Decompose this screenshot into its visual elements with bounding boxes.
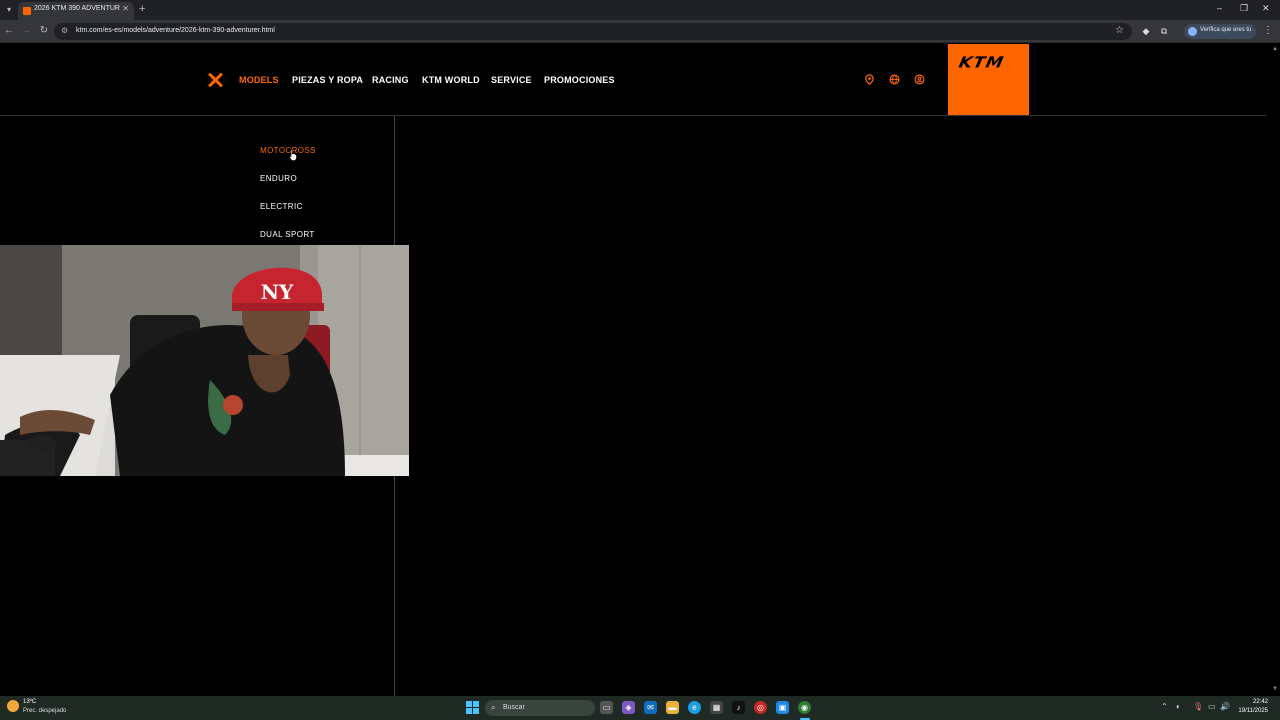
verify-label: Verifica que eres tú [1200, 27, 1252, 33]
windows-taskbar: 13ºC Prec. despejado ⌕ Buscar ▭ ◈ ✉ ▬ e … [0, 696, 1280, 720]
user-account-icon[interactable] [914, 74, 925, 85]
tab-search-icon[interactable]: ▾ [3, 4, 15, 16]
chrome-icon[interactable]: ◉ [798, 701, 811, 714]
windows-start-icon[interactable] [466, 701, 479, 714]
tab-title: 2026 KTM 390 ADVENTURE R - [34, 5, 120, 12]
weather-temperature: 13ºC [23, 699, 37, 705]
weather-icon[interactable] [7, 700, 19, 712]
bookmark-star-icon[interactable]: ☆ [1115, 25, 1124, 36]
weather-condition: Prec. despejado [23, 708, 67, 714]
site-info-icon[interactable]: ⚙ [61, 26, 68, 35]
submenu-dual-sport[interactable]: DUAL SPORT [260, 230, 315, 239]
edge-icon[interactable]: e [688, 701, 701, 714]
page-scrollbar[interactable] [1270, 44, 1280, 696]
file-explorer-icon[interactable]: ▬ [666, 701, 679, 714]
submenu-electric[interactable]: ELECTRIC [260, 202, 303, 211]
profile-verify-button[interactable]: Verifica que eres tú [1184, 24, 1256, 39]
close-window-button[interactable]: ✕ [1262, 3, 1270, 14]
taskbar-search[interactable]: ⌕ Buscar [485, 700, 595, 716]
forward-icon[interactable]: → [20, 25, 32, 36]
url-text[interactable]: ktm.com/es-es/models/adventure/2026-ktm-… [76, 27, 275, 34]
svg-text:NY: NY [261, 280, 294, 304]
scroll-up-icon[interactable]: ▲ [1272, 46, 1278, 52]
ktm-favicon-icon [23, 7, 31, 15]
tray-app-icon[interactable]: ◐ [1176, 702, 1181, 711]
nav-models[interactable]: MODELS [239, 75, 279, 85]
search-icon: ⌕ [491, 703, 496, 712]
header-divider [0, 115, 1266, 116]
browser-menu-icon[interactable]: ⋮ [1263, 25, 1273, 36]
store-icon[interactable]: ▦ [710, 701, 723, 714]
extensions-puzzle-icon[interactable]: ⧉ [1159, 26, 1169, 36]
task-view-icon[interactable]: ▭ [600, 701, 613, 714]
app-red-icon[interactable]: ◎ [754, 701, 767, 714]
nav-ktm-world[interactable]: KTM WORLD [422, 75, 480, 85]
copilot-icon[interactable]: ◈ [622, 701, 635, 714]
browser-tab-bar: ▾ 2026 KTM 390 ADVENTURE R - ✕ + – ❐ ✕ [0, 0, 1280, 20]
clock-date[interactable]: 19/11/2025 [1232, 708, 1268, 714]
profile-avatar-icon [1188, 27, 1197, 36]
search-label: Buscar [503, 704, 525, 711]
submenu-enduro[interactable]: ENDURO [260, 174, 297, 183]
network-icon[interactable]: ▭ [1208, 702, 1216, 711]
browser-tab[interactable]: 2026 KTM 390 ADVENTURE R - ✕ [18, 2, 134, 20]
address-bar[interactable]: ⚙ ktm.com/es-es/models/adventure/2026-kt… [54, 23, 1132, 40]
app-blue-icon[interactable]: ▣ [776, 701, 789, 714]
webcam-person-image: NY [0, 245, 409, 476]
location-pin-icon[interactable] [864, 74, 875, 85]
tray-overflow-icon[interactable]: ⌃ [1161, 702, 1168, 711]
hand-cursor-icon [289, 149, 297, 161]
nav-piezas-y-ropa[interactable]: PIEZAS Y ROPA [292, 75, 363, 85]
globe-icon[interactable] [889, 74, 900, 85]
new-tab-button[interactable]: + [139, 3, 145, 15]
minimize-button[interactable]: – [1217, 3, 1222, 13]
submenu-motocross[interactable]: MOTOCROSS [260, 146, 316, 155]
restore-button[interactable]: ❐ [1240, 3, 1248, 14]
clock-time[interactable]: 22:42 [1248, 699, 1268, 705]
nav-racing[interactable]: RACING [372, 75, 409, 85]
nav-promociones[interactable]: PROMOCIONES [544, 75, 615, 85]
ktm-logo[interactable]: KTM [948, 44, 1029, 116]
close-menu-icon[interactable] [207, 72, 223, 88]
volume-icon[interactable]: 🔊 [1220, 702, 1230, 711]
ktm-logo-text: KTM [957, 54, 1006, 72]
browser-toolbar: ← → ↻ ⚙ ktm.com/es-es/models/adventure/2… [0, 20, 1280, 43]
outlook-icon[interactable]: ✉ [644, 701, 657, 714]
nav-service[interactable]: SERVICE [491, 75, 532, 85]
reload-icon[interactable]: ↻ [38, 25, 50, 36]
webcam-overlay: NY [0, 245, 409, 476]
scroll-down-icon[interactable]: ▼ [1272, 686, 1278, 692]
tiktok-icon[interactable]: ♪ [732, 701, 745, 714]
tab-close-icon[interactable]: ✕ [122, 4, 129, 13]
back-icon[interactable]: ← [3, 25, 15, 36]
extension-icon[interactable]: ◆ [1141, 26, 1151, 36]
microphone-icon[interactable]: 🎙 [1193, 702, 1203, 711]
